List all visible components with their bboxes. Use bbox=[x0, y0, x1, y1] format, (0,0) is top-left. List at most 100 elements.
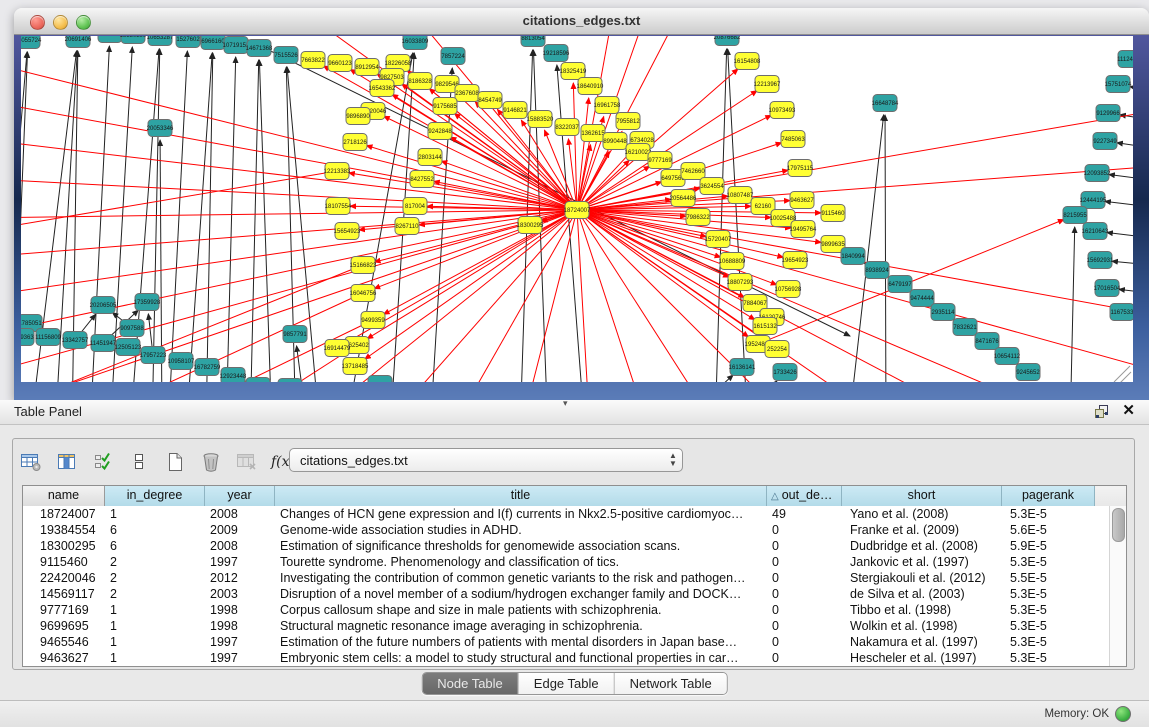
network-node[interactable]: 15720407 bbox=[705, 231, 732, 248]
network-node[interactable]: 1264155 bbox=[368, 376, 392, 383]
delete-column-icon[interactable] bbox=[199, 450, 223, 474]
new-column-icon[interactable] bbox=[163, 450, 187, 474]
table-select-dropdown[interactable]: citations_edges.txt ▲▼ bbox=[289, 448, 683, 472]
network-node[interactable]: 16961758 bbox=[594, 97, 621, 114]
network-node[interactable]: 8454749 bbox=[478, 92, 502, 109]
network-edge[interactable] bbox=[259, 60, 272, 382]
table-row[interactable]: 1938455462009Genome-wide association stu… bbox=[23, 522, 1126, 538]
network-node[interactable]: 20876682 bbox=[714, 36, 741, 46]
select-columns-checklist-icon[interactable] bbox=[91, 450, 115, 474]
network-node[interactable]: 12213383 bbox=[324, 163, 351, 180]
network-node[interactable]: 8990448 bbox=[603, 133, 627, 150]
network-node[interactable]: 20691406 bbox=[65, 36, 92, 48]
network-node[interactable]: 14055724 bbox=[21, 36, 42, 49]
network-node[interactable]: 18724007 bbox=[564, 202, 591, 219]
network-node[interactable]: 17359928 bbox=[134, 294, 161, 311]
table-row[interactable]: 911546021997Tourette syndrome. Phenomeno… bbox=[23, 554, 1126, 570]
show-columns-icon[interactable] bbox=[55, 450, 79, 474]
network-edge[interactable] bbox=[90, 46, 109, 382]
network-node[interactable]: 1840994 bbox=[841, 248, 865, 265]
network-edge[interactable] bbox=[1070, 227, 1075, 382]
network-edge[interactable] bbox=[577, 36, 620, 210]
network-node[interactable]: 3919363 bbox=[21, 329, 34, 346]
tab-edge-table[interactable]: Edge Table bbox=[519, 673, 615, 694]
network-node[interactable]: 17957223 bbox=[140, 347, 167, 364]
network-node[interactable]: 8471676 bbox=[975, 333, 999, 350]
network-node[interactable]: 7986322 bbox=[686, 209, 710, 226]
network-node[interactable]: 7485063 bbox=[781, 131, 805, 148]
network-edge[interactable] bbox=[206, 53, 213, 382]
network-node[interactable]: 10958107 bbox=[168, 353, 195, 370]
close-panel-icon[interactable]: ✕ bbox=[1122, 403, 1135, 419]
network-node[interactable]: 7857224 bbox=[441, 48, 465, 65]
network-node[interactable]: 16782759 bbox=[194, 359, 221, 376]
network-canvas[interactable]: 1405572420691406209371941853029910653287… bbox=[21, 36, 1133, 382]
network-node[interactable]: 8186328 bbox=[408, 73, 432, 90]
network-node[interactable]: 2718126 bbox=[343, 134, 367, 151]
network-node[interactable]: 10688809 bbox=[719, 253, 746, 270]
network-edge[interactable] bbox=[520, 50, 533, 382]
network-node[interactable]: 9463627 bbox=[790, 192, 814, 209]
network-node[interactable]: 252254 bbox=[765, 341, 789, 358]
network-edge[interactable] bbox=[680, 375, 733, 382]
network-node[interactable]: 9146821 bbox=[503, 102, 527, 119]
network-edge[interactable] bbox=[1105, 201, 1133, 208]
network-edge[interactable] bbox=[21, 58, 577, 210]
network-node[interactable]: 8938924 bbox=[865, 262, 889, 279]
network-node[interactable]: 11451947 bbox=[90, 335, 117, 352]
network-node[interactable]: 15751074 bbox=[1105, 76, 1132, 93]
network-node[interactable]: 2367608 bbox=[455, 85, 479, 102]
table-row[interactable]: 946362711997Embryonic stem cells: a mode… bbox=[23, 650, 1126, 666]
network-node[interactable]: 15883520 bbox=[527, 111, 554, 128]
network-edge[interactable] bbox=[1107, 232, 1133, 239]
network-node[interactable]: 19495764 bbox=[790, 221, 817, 238]
network-edge[interactable] bbox=[21, 210, 577, 378]
column-header-title[interactable]: title bbox=[275, 486, 767, 506]
network-node[interactable]: 11156809 bbox=[35, 329, 61, 346]
network-node[interactable]: 18640910 bbox=[577, 78, 604, 95]
network-edge[interactable] bbox=[1112, 261, 1133, 266]
network-node[interactable]: 7462660 bbox=[681, 163, 705, 180]
network-node[interactable]: 19218596 bbox=[543, 45, 570, 62]
network-edge[interactable] bbox=[730, 381, 777, 382]
table-row[interactable]: 1872400712008Changes of HCN gene express… bbox=[23, 506, 1126, 522]
network-node[interactable]: 18807293 bbox=[727, 274, 754, 291]
network-node[interactable]: 9097588 bbox=[120, 320, 144, 337]
network-node[interactable]: 18530299 bbox=[120, 36, 147, 44]
network-node[interactable]: 9660123 bbox=[328, 55, 352, 72]
network-node[interactable]: 16136141 bbox=[729, 359, 756, 376]
network-node[interactable]: 9896890 bbox=[346, 108, 370, 125]
network-node[interactable]: 1362615 bbox=[581, 125, 605, 142]
network-node[interactable]: 1527602 bbox=[176, 36, 200, 48]
table-row[interactable]: 1456911722003Disruption of a novel membe… bbox=[23, 586, 1126, 602]
table-row[interactable]: 946554611997Estimation of the future num… bbox=[23, 634, 1126, 650]
network-node[interactable]: 9227349 bbox=[1093, 133, 1117, 150]
network-node[interactable]: 9242848 bbox=[428, 123, 452, 140]
network-node[interactable]: 1615132 bbox=[753, 318, 777, 335]
network-node[interactable]: 11124860 bbox=[1117, 51, 1133, 68]
table-row[interactable]: 2242004622012Investigating the contribut… bbox=[23, 570, 1126, 586]
network-node[interactable]: 15654923 bbox=[334, 223, 361, 240]
network-edge[interactable] bbox=[297, 346, 308, 382]
network-edge[interactable] bbox=[21, 210, 577, 298]
network-edge[interactable] bbox=[557, 65, 585, 382]
network-node[interactable]: 3624554 bbox=[700, 178, 724, 195]
network-node[interactable]: 8322037 bbox=[555, 119, 579, 136]
network-edge[interactable] bbox=[577, 163, 1133, 210]
network-node[interactable]: 2803144 bbox=[418, 149, 442, 166]
tab-network-table[interactable]: Network Table bbox=[615, 673, 727, 694]
network-node[interactable]: 7515526 bbox=[274, 47, 298, 64]
column-header-short[interactable]: short bbox=[842, 486, 1002, 506]
network-node[interactable]: 6479197 bbox=[888, 276, 912, 293]
network-node[interactable]: 7663822 bbox=[301, 52, 325, 69]
network-node[interactable]: 10807487 bbox=[727, 187, 754, 204]
float-panel-icon[interactable] bbox=[1094, 403, 1110, 419]
network-node[interactable]: 12093852 bbox=[1084, 165, 1111, 182]
row-height-icon[interactable] bbox=[127, 450, 151, 474]
network-node[interactable]: 12444195 bbox=[1080, 192, 1107, 209]
network-node[interactable]: 9465546 bbox=[278, 379, 302, 383]
tab-node-table[interactable]: Node Table bbox=[422, 673, 519, 694]
network-node[interactable]: 15166823 bbox=[350, 257, 377, 274]
network-node[interactable]: 12213967 bbox=[754, 76, 781, 93]
network-node[interactable]: 8912954 bbox=[355, 59, 379, 76]
